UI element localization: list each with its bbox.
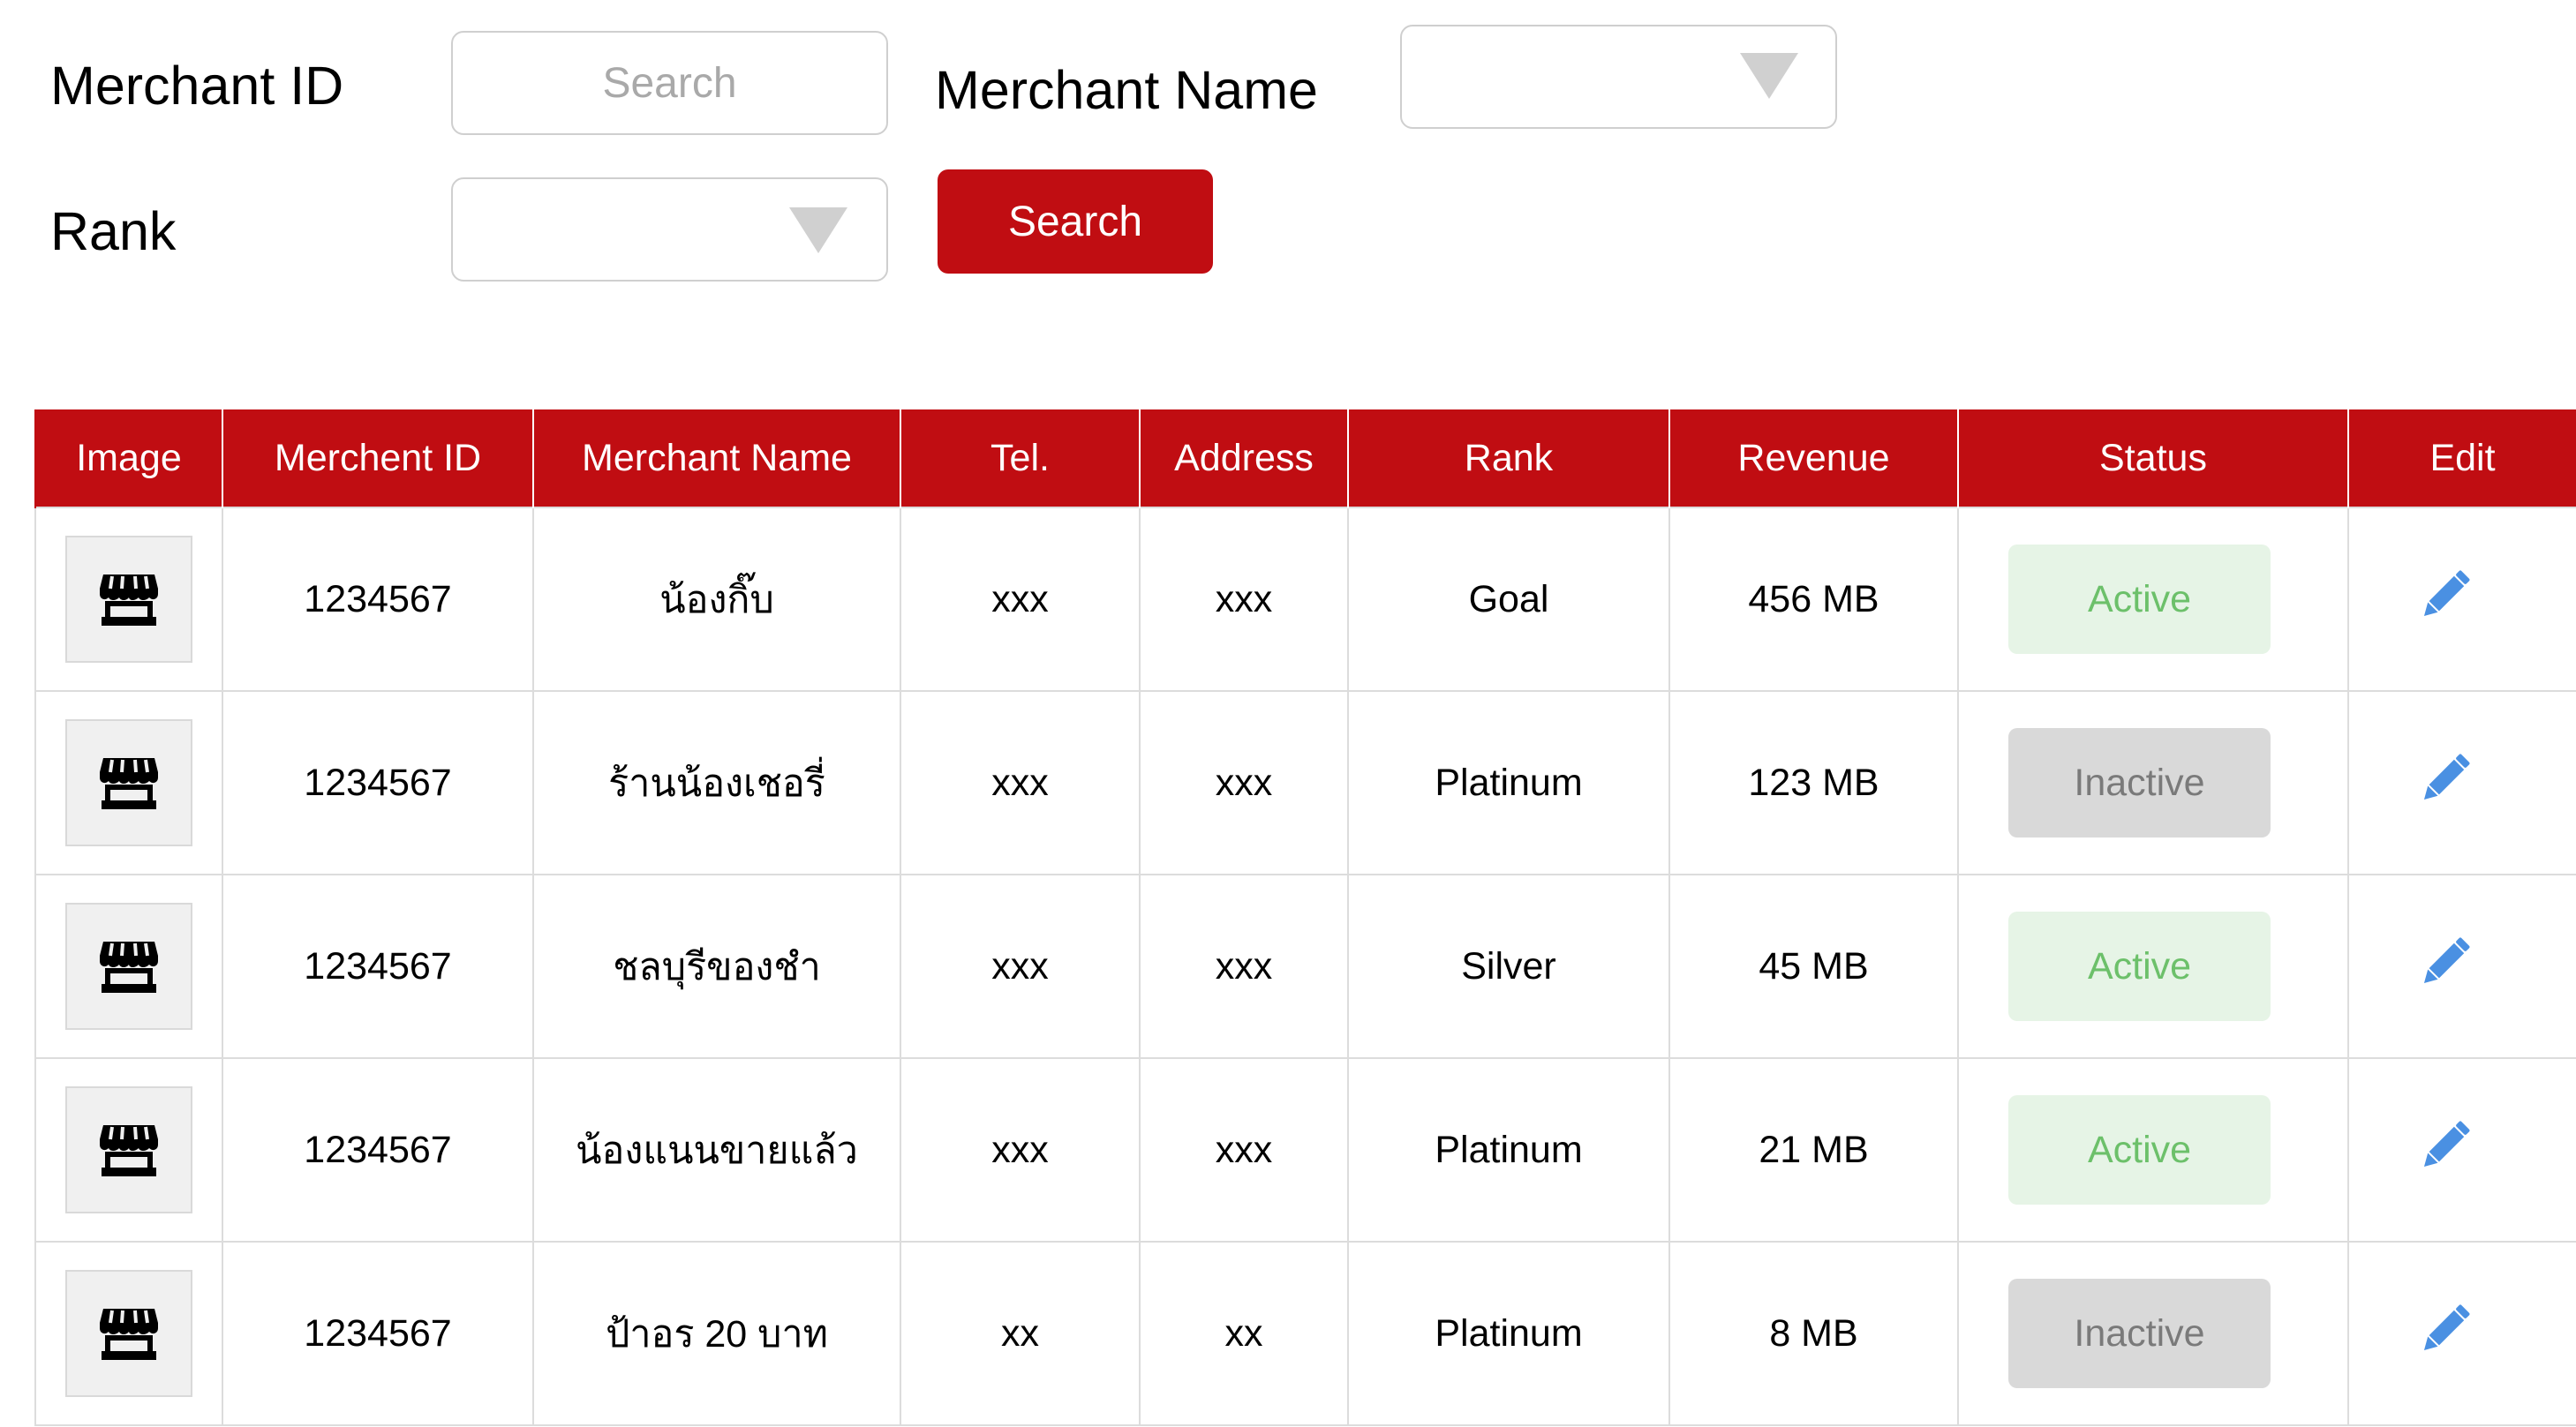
- column-header-image: Image: [34, 409, 223, 507]
- revenue-cell: 45 MB: [1668, 874, 1959, 1059]
- pencil-icon: [2423, 754, 2469, 800]
- address-cell: xxx: [1139, 1057, 1349, 1243]
- pencil-icon: [2423, 570, 2469, 616]
- table-row: 1234567 ร้านน้องเชอรี่ xxx xxx Platinum …: [34, 690, 2576, 875]
- table-row: 1234567 น้องแนนขายแล้ว xxx xxx Platinum …: [34, 1057, 2576, 1243]
- revenue-cell: 8 MB: [1668, 1241, 1959, 1426]
- status-cell: Inactive: [1957, 690, 2349, 875]
- column-header-status[interactable]: Status: [1957, 409, 2349, 507]
- address-cell: xx: [1139, 1241, 1349, 1426]
- store-icon: [100, 1309, 158, 1360]
- merchant-name-cell: ร้านน้องเชอรี่: [532, 690, 901, 875]
- merchant-thumbnail[interactable]: [65, 536, 192, 663]
- table-row: 1234567 ชลบุรีของชำ xxx xxx Silver 45 MB…: [34, 874, 2576, 1059]
- table-row: 1234567 ป้าอร 20 บาท xx xx Platinum 8 MB…: [34, 1241, 2576, 1426]
- column-header-address[interactable]: Address: [1139, 409, 1349, 507]
- revenue-cell: 123 MB: [1668, 690, 1959, 875]
- edit-cell: [2347, 507, 2576, 692]
- edit-button[interactable]: [2414, 930, 2477, 1003]
- pencil-icon: [2423, 1121, 2469, 1167]
- column-header-rank[interactable]: Rank: [1347, 409, 1670, 507]
- merchant-name-dropdown[interactable]: [1400, 25, 1837, 129]
- image-cell: [34, 1057, 223, 1243]
- revenue-cell: 21 MB: [1668, 1057, 1959, 1243]
- store-icon: [100, 1125, 158, 1176]
- merchant-id-cell: 1234567: [222, 1057, 534, 1243]
- merchant-name-cell: น้องกิ๊บ: [532, 507, 901, 692]
- status-badge[interactable]: Inactive: [2008, 1279, 2271, 1388]
- table-row: 1234567 น้องกิ๊บ xxx xxx Goal 456 MB Act…: [34, 507, 2576, 692]
- merchant-name-cell: ชลบุรีของชำ: [532, 874, 901, 1059]
- rank-label: Rank: [50, 201, 177, 261]
- edit-button[interactable]: [2414, 1114, 2477, 1187]
- column-header-merchant-name[interactable]: Merchant Name: [532, 409, 901, 507]
- status-cell: Active: [1957, 1057, 2349, 1243]
- merchant-id-cell: 1234567: [222, 1241, 534, 1426]
- merchant-id-label: Merchant ID: [50, 56, 344, 116]
- edit-cell: [2347, 690, 2576, 875]
- tel-cell: xxx: [900, 874, 1141, 1059]
- column-header-merchant-id[interactable]: Merchent ID: [222, 409, 534, 507]
- rank-cell: Platinum: [1347, 690, 1670, 875]
- status-badge[interactable]: Active: [2008, 1095, 2271, 1205]
- edit-cell: [2347, 874, 2576, 1059]
- rank-cell: Goal: [1347, 507, 1670, 692]
- merchant-thumbnail[interactable]: [65, 719, 192, 846]
- edit-button[interactable]: [2414, 563, 2477, 636]
- address-cell: xxx: [1139, 690, 1349, 875]
- image-cell: [34, 507, 223, 692]
- merchant-thumbnail[interactable]: [65, 1086, 192, 1213]
- chevron-down-icon: [789, 207, 847, 253]
- merchant-id-cell: 1234567: [222, 690, 534, 875]
- rank-dropdown[interactable]: [451, 177, 888, 282]
- store-icon: [100, 942, 158, 993]
- column-header-tel[interactable]: Tel.: [900, 409, 1141, 507]
- image-cell: [34, 690, 223, 875]
- column-header-revenue[interactable]: Revenue: [1668, 409, 1959, 507]
- column-header-edit: Edit: [2347, 409, 2576, 507]
- tel-cell: xxx: [900, 1057, 1141, 1243]
- edit-button[interactable]: [2414, 1297, 2477, 1371]
- image-cell: [34, 1241, 223, 1426]
- merchant-name-cell: ป้าอร 20 บาท: [532, 1241, 901, 1426]
- revenue-cell: 456 MB: [1668, 507, 1959, 692]
- store-icon: [100, 575, 158, 626]
- status-cell: Active: [1957, 507, 2349, 692]
- edit-button[interactable]: [2414, 747, 2477, 820]
- merchant-name-label: Merchant Name: [935, 60, 1318, 120]
- rank-cell: Silver: [1347, 874, 1670, 1059]
- merchant-id-cell: 1234567: [222, 874, 534, 1059]
- merchant-id-cell: 1234567: [222, 507, 534, 692]
- store-icon: [100, 758, 158, 809]
- edit-cell: [2347, 1057, 2576, 1243]
- pencil-icon: [2423, 937, 2469, 983]
- rank-cell: Platinum: [1347, 1057, 1670, 1243]
- status-cell: Inactive: [1957, 1241, 2349, 1426]
- tel-cell: xxx: [900, 690, 1141, 875]
- merchant-thumbnail[interactable]: [65, 1270, 192, 1397]
- rank-cell: Platinum: [1347, 1241, 1670, 1426]
- merchant-table: Image Merchent ID Merchant Name Tel. Add…: [34, 409, 2576, 1426]
- status-cell: Active: [1957, 874, 2349, 1059]
- merchant-id-search-input[interactable]: [451, 31, 888, 135]
- search-button[interactable]: Search: [938, 169, 1213, 274]
- merchant-thumbnail[interactable]: [65, 903, 192, 1030]
- address-cell: xxx: [1139, 507, 1349, 692]
- address-cell: xxx: [1139, 874, 1349, 1059]
- merchant-name-cell: น้องแนนขายแล้ว: [532, 1057, 901, 1243]
- image-cell: [34, 874, 223, 1059]
- table-header-row: Image Merchent ID Merchant Name Tel. Add…: [34, 409, 2576, 507]
- pencil-icon: [2423, 1304, 2469, 1350]
- chevron-down-icon: [1740, 53, 1798, 99]
- status-badge[interactable]: Inactive: [2008, 728, 2271, 837]
- status-badge[interactable]: Active: [2008, 545, 2271, 654]
- merchant-table-container: Image Merchent ID Merchant Name Tel. Add…: [34, 409, 2576, 1426]
- status-badge[interactable]: Active: [2008, 912, 2271, 1021]
- tel-cell: xxx: [900, 507, 1141, 692]
- tel-cell: xx: [900, 1241, 1141, 1426]
- edit-cell: [2347, 1241, 2576, 1426]
